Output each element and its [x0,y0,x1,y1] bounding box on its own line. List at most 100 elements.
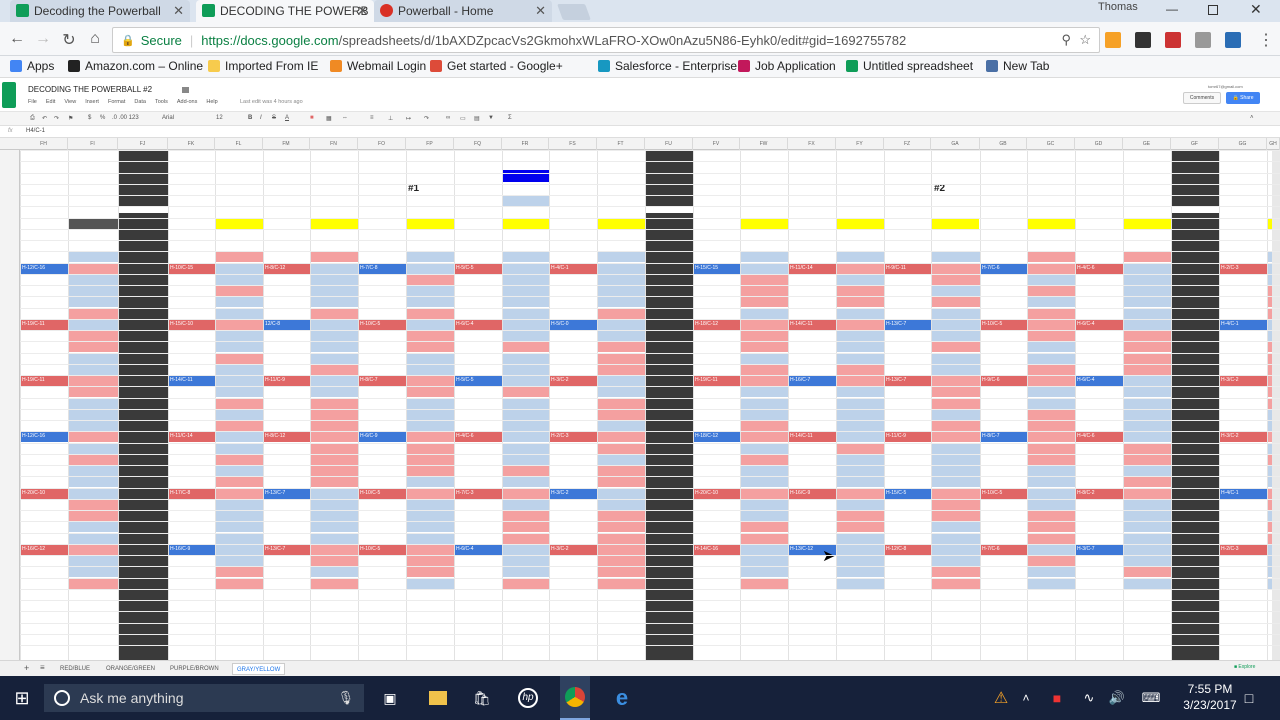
matrix-value-cell[interactable] [1027,555,1075,566]
matrix-value-cell[interactable] [68,251,118,263]
matrix-label-cell[interactable]: H-7/C-6 [980,543,1027,555]
matrix-value-cell[interactable] [740,465,788,476]
matrix-value-cell[interactable] [1123,498,1171,510]
matrix-value-cell[interactable] [310,408,358,420]
matrix-value-cell[interactable] [1027,262,1075,274]
matrix-value-cell[interactable] [597,566,645,578]
matrix-value-cell[interactable] [406,363,454,375]
matrix-value-cell[interactable] [1123,330,1171,341]
matrix-label-cell[interactable]: H-5/C-5 [454,375,502,386]
matrix-value-cell[interactable] [931,420,980,431]
column-header[interactable]: FI [68,138,118,150]
matrix-value-cell[interactable] [931,566,980,578]
matrix-value-cell[interactable] [836,453,884,465]
volume-icon[interactable]: 🔊 [1108,686,1126,710]
matrix-value-cell[interactable] [597,498,645,510]
matrix-value-cell[interactable] [310,330,358,341]
matrix-label-cell[interactable]: H-4/C-1 [1219,318,1267,330]
align-icon[interactable]: ≡ [370,115,374,121]
matrix-value-cell[interactable] [931,498,980,510]
matrix-value-cell[interactable] [310,273,358,285]
matrix-label-cell[interactable]: H-14/C-11 [788,318,836,330]
matrix-value-cell[interactable] [502,555,549,566]
menu-item[interactable]: File [28,99,37,105]
matrix-value-cell[interactable] [215,442,263,454]
matrix-value-cell[interactable] [406,510,454,521]
bookmark-item[interactable]: Job Application [738,59,836,73]
matrix-value-cell[interactable] [310,318,358,330]
column-header[interactable]: FS [549,138,597,150]
matrix-value-cell[interactable] [502,566,549,578]
matrix-value-cell[interactable] [310,521,358,533]
matrix-value-cell[interactable] [597,296,645,308]
matrix-value-cell[interactable] [597,465,645,476]
matrix-value-cell[interactable] [1123,363,1171,375]
percent-icon[interactable]: % [100,115,105,121]
matrix-value-cell[interactable] [502,352,549,364]
matrix-label-cell[interactable]: H-18/C-12 [693,431,740,443]
matrix-value-cell[interactable] [215,352,263,364]
matrix-value-cell[interactable] [310,465,358,476]
matrix-value-cell[interactable] [931,543,980,555]
matrix-value-cell[interactable] [836,442,884,454]
matrix-value-cell[interactable] [931,307,980,319]
menu-item[interactable]: Edit [46,99,55,105]
matrix-value-cell[interactable] [931,555,980,566]
matrix-value-cell[interactable] [836,465,884,476]
matrix-value-cell[interactable] [740,532,788,544]
spreadsheet-grid[interactable]: FH FI FJ FK FL FM FN FO FP FQ FR FS FT FU FV FW FX FY FZ GA… [0,138,1280,660]
matrix-value-cell[interactable] [836,251,884,263]
column-header[interactable]: FQ [454,138,502,150]
matrix-value-cell[interactable] [310,386,358,398]
matrix-value-cell[interactable] [406,330,454,341]
menu-item[interactable]: Format [108,99,125,105]
matrix-value-cell[interactable] [740,386,788,398]
matrix-value-cell[interactable] [1123,408,1171,420]
matrix-value-cell[interactable] [68,521,118,533]
matrix-value-cell[interactable] [406,431,454,443]
matrix-value-cell[interactable] [215,453,263,465]
folder-icon[interactable] [182,87,189,93]
menu-item[interactable]: Insert [85,99,99,105]
matrix-value-cell[interactable] [502,397,549,409]
matrix-value-cell[interactable] [740,397,788,409]
forward-icon[interactable]: → [34,30,52,48]
matrix-value-cell[interactable] [215,285,263,296]
matrix-label-cell[interactable]: H-3/C-2 [549,487,597,499]
matrix-value-cell[interactable] [68,363,118,375]
matrix-value-cell[interactable] [215,397,263,409]
matrix-value-cell[interactable] [502,408,549,420]
extension-icon[interactable] [1195,32,1211,48]
matrix-value-cell[interactable] [740,341,788,353]
bookmark-item[interactable]: Imported From IE [208,59,318,73]
matrix-value-cell[interactable] [68,555,118,566]
matrix-value-cell[interactable] [310,577,358,589]
matrix-value-cell[interactable] [931,375,980,386]
matrix-value-cell[interactable] [68,543,118,555]
matrix-value-cell[interactable] [1123,352,1171,364]
matrix-value-cell[interactable] [1027,296,1075,308]
matrix-value-cell[interactable] [1027,431,1075,443]
column-header[interactable]: FV [693,138,740,150]
matrix-value-cell[interactable] [215,487,263,499]
matrix-value-cell[interactable] [310,352,358,364]
matrix-label-cell[interactable]: H-15/C-10 [168,318,215,330]
matrix-value-cell[interactable] [597,330,645,341]
matrix-value-cell[interactable] [502,476,549,488]
bookmark-item[interactable]: Apps [10,59,54,73]
undo-icon[interactable]: ↶ [42,115,47,122]
matrix-label-cell[interactable]: H-4/C-6 [1075,262,1123,274]
matrix-label-cell[interactable]: H-13/C-7 [263,487,310,499]
matrix-value-cell[interactable] [740,420,788,431]
matrix-value-cell[interactable] [502,532,549,544]
column-header[interactable]: FU [645,138,693,150]
column-header[interactable]: FK [168,138,215,150]
matrix-value-cell[interactable] [68,431,118,443]
matrix-value-cell[interactable] [740,307,788,319]
matrix-value-cell[interactable] [597,453,645,465]
matrix-value-cell[interactable] [836,341,884,353]
matrix-value-cell[interactable] [1123,577,1171,589]
matrix-value-cell[interactable] [1027,532,1075,544]
matrix-value-cell[interactable] [406,453,454,465]
matrix-value-cell[interactable] [1027,543,1075,555]
